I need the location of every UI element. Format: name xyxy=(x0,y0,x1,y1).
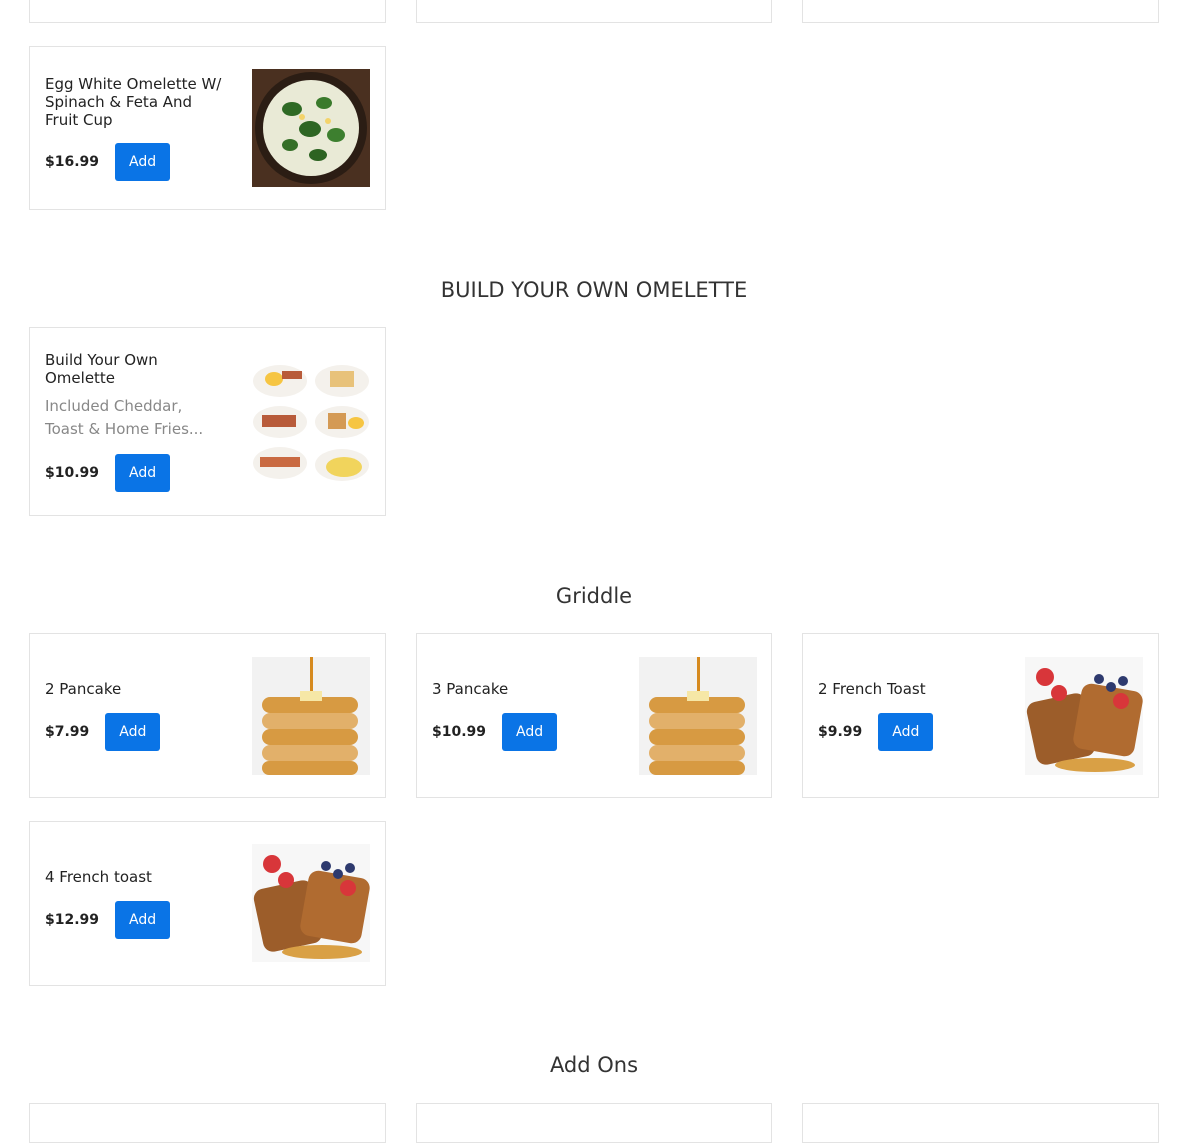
item-name: Egg White Omelette W/ Spinach & Feta And… xyxy=(45,75,222,129)
add-button[interactable]: Add xyxy=(878,713,934,751)
item-image-pancakes xyxy=(639,657,757,775)
item-price: $9.99 xyxy=(818,724,863,740)
section-heading-omelette: BUILD YOUR OWN OMELETTE xyxy=(440,278,748,302)
menu-card-partial[interactable] xyxy=(416,0,772,23)
section-heading-griddle: Griddle xyxy=(555,584,633,608)
item-price: $10.99 xyxy=(432,724,487,740)
add-button[interactable]: Add xyxy=(115,454,171,492)
menu-card-2-french-toast[interactable]: 2 French Toast $9.99 Add xyxy=(802,633,1159,798)
menu-card-2-pancake[interactable]: 2 Pancake $7.99 Add xyxy=(29,633,386,798)
item-description: Included Cheddar, Toast & Home Fries... xyxy=(45,397,204,438)
menu-card-egg-white-omelette[interactable]: Egg White Omelette W/ Spinach & Feta And… xyxy=(29,46,386,210)
item-price: $16.99 xyxy=(45,154,100,170)
menu-card-build-your-own-omelette[interactable]: Build Your Own Omelette Included Cheddar… xyxy=(29,327,386,516)
item-price: $10.99 xyxy=(45,465,100,481)
add-button[interactable]: Add xyxy=(115,901,171,939)
item-image-pancakes xyxy=(252,657,370,775)
menu-card-partial[interactable] xyxy=(29,1103,386,1143)
menu-card-partial[interactable] xyxy=(29,0,386,23)
item-price: $12.99 xyxy=(45,912,100,928)
menu-card-4-french-toast[interactable]: 4 French toast $12.99 Add xyxy=(29,821,386,986)
item-name: Build Your Own Omelette xyxy=(45,351,158,387)
add-button[interactable]: Add xyxy=(115,143,171,181)
item-name: 4 French toast xyxy=(45,868,152,886)
menu-card-partial[interactable] xyxy=(416,1103,772,1143)
section-heading-add-ons: Add Ons xyxy=(549,1053,639,1077)
item-price: $7.99 xyxy=(45,724,90,740)
add-button[interactable]: Add xyxy=(502,713,558,751)
item-image-omelette xyxy=(252,69,370,187)
menu-card-3-pancake[interactable]: 3 Pancake $10.99 Add xyxy=(416,633,772,798)
item-name: 3 Pancake xyxy=(432,680,509,698)
item-name: 2 French Toast xyxy=(818,680,926,698)
add-button[interactable]: Add xyxy=(105,713,161,751)
item-image-breakfast-plates xyxy=(252,363,370,481)
item-image-french-toast xyxy=(1025,657,1143,775)
menu-card-partial[interactable] xyxy=(802,1103,1159,1143)
menu-card-partial[interactable] xyxy=(802,0,1159,23)
item-image-french-toast xyxy=(252,844,370,962)
item-name: 2 Pancake xyxy=(45,680,122,698)
